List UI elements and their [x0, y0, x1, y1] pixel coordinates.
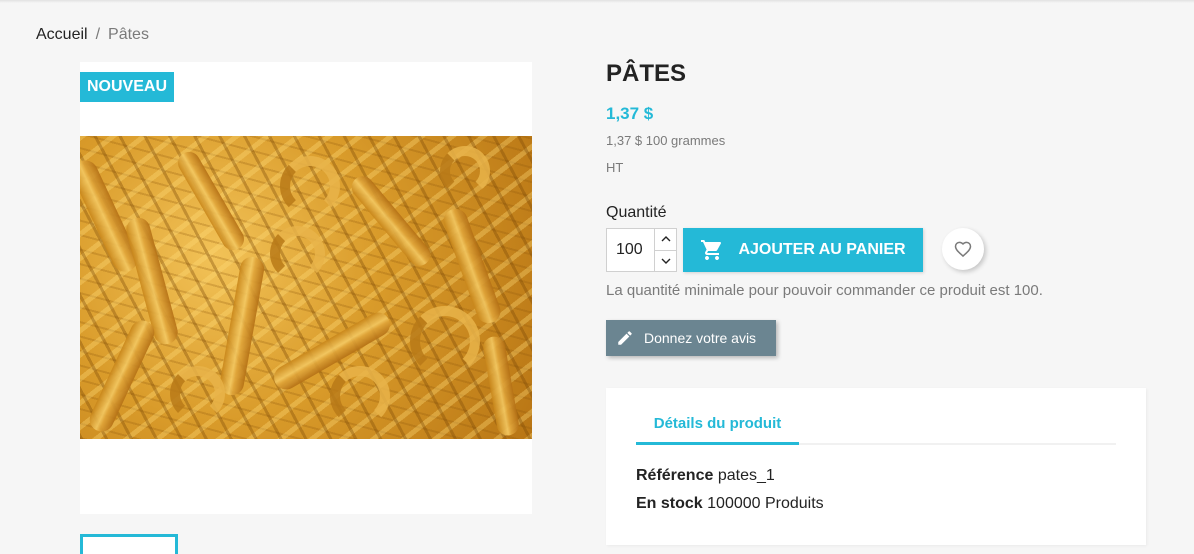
product-details-card: Détails du produit Référence pates_1 En … [606, 388, 1146, 545]
product-image[interactable] [80, 136, 532, 439]
pencil-icon [618, 331, 632, 345]
product-title: PÂTES [606, 60, 687, 87]
chevron-down-icon[interactable] [655, 249, 676, 272]
breadcrumb: Accueil / Pâtes [36, 26, 149, 44]
stock-value: 100000 Produits [707, 495, 824, 512]
write-review-label: Donnez votre avis [644, 330, 757, 346]
stock-key: En stock [636, 495, 703, 512]
breadcrumb-home-link[interactable]: Accueil [36, 26, 88, 44]
product-thumbnail[interactable] [80, 534, 178, 554]
write-review-button[interactable]: Donnez votre avis [606, 320, 776, 356]
tab-product-details[interactable]: Détails du produit [636, 415, 799, 445]
details-tab-bar: Détails du produit [636, 415, 1116, 445]
quantity-label: Quantité [606, 204, 667, 221]
wishlist-button[interactable] [942, 228, 984, 270]
reference-value: pates_1 [717, 467, 775, 484]
breadcrumb-separator: / [95, 26, 101, 43]
add-to-cart-label: AJOUTER AU PANIER [738, 241, 906, 258]
reference-key: Référence [636, 467, 714, 484]
product-price: 1,37 $ [606, 104, 654, 123]
stock-line: En stock 100000 Produits [636, 495, 824, 513]
shopping-cart-icon [701, 240, 722, 260]
product-image-card: NOUVEAU [80, 62, 532, 514]
heart-icon [954, 241, 972, 258]
reference-line: Référence pates_1 [636, 467, 775, 485]
header-shadow [0, 0, 1194, 3]
breadcrumb-current: Pâtes [108, 26, 149, 43]
quantity-input[interactable] [607, 229, 654, 271]
new-badge: NOUVEAU [80, 72, 175, 102]
add-to-cart-button[interactable]: AJOUTER AU PANIER [683, 228, 923, 272]
quantity-spinner [654, 229, 676, 271]
tax-label: HT [606, 160, 624, 175]
unit-price: 1,37 $ 100 grammes [606, 133, 726, 148]
chevron-up-icon[interactable] [655, 229, 676, 250]
minimum-quantity-note: La quantité minimale pour pouvoir comman… [606, 282, 1043, 299]
quantity-stepper [606, 228, 677, 272]
